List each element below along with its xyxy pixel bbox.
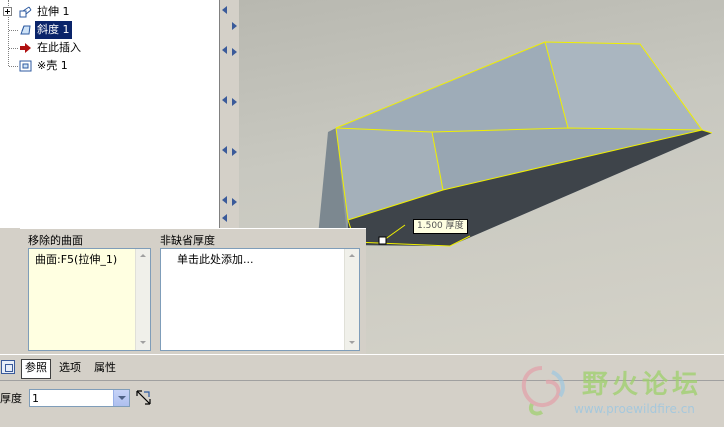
scroll-down-button[interactable] bbox=[345, 335, 359, 350]
expand-plus-icon[interactable] bbox=[3, 7, 12, 16]
tab-options[interactable]: 选项 bbox=[56, 359, 84, 377]
expand-right-icon[interactable] bbox=[232, 198, 237, 206]
scrollbar[interactable] bbox=[135, 249, 150, 350]
tree-item-label: ※壳 1 bbox=[37, 59, 68, 72]
collapse-left-icon[interactable] bbox=[222, 96, 227, 104]
collapse-left-icon[interactable] bbox=[222, 214, 227, 222]
scroll-up-button[interactable] bbox=[345, 249, 359, 264]
forum-logo-icon bbox=[521, 366, 565, 416]
expand-right-icon[interactable] bbox=[232, 98, 237, 106]
non-default-thickness-header: 非缺省厚度 bbox=[160, 234, 215, 247]
draft-icon bbox=[20, 25, 31, 35]
references-panel: 移除的曲面 曲面:F5(拉伸_1) 非缺省厚度 单击此处添加... bbox=[20, 228, 366, 355]
panel-toggle-icon[interactable] bbox=[1, 360, 15, 374]
scrollbar[interactable] bbox=[344, 249, 359, 350]
thickness-dimension-label: 1.500 厚度 bbox=[417, 221, 464, 231]
tree-item-label: 拉伸 1 bbox=[37, 5, 70, 18]
thickness-combo[interactable] bbox=[29, 389, 130, 407]
tree-item-draft[interactable]: 斜度 1 bbox=[0, 21, 219, 39]
tree-item-shell[interactable]: ※壳 1 bbox=[0, 57, 219, 75]
removed-surfaces-list[interactable]: 曲面:F5(拉伸_1) bbox=[28, 248, 151, 351]
list-item[interactable]: 曲面:F5(拉伸_1) bbox=[35, 251, 117, 267]
model-tree: 拉伸 1 斜度 1 在此插入 ※壳 1 bbox=[0, 0, 219, 228]
scroll-up-button[interactable] bbox=[136, 249, 150, 264]
removed-surfaces-header: 移除的曲面 bbox=[28, 234, 83, 247]
tree-item-insert-here[interactable]: 在此插入 bbox=[0, 39, 219, 57]
dropdown-arrow-icon[interactable] bbox=[113, 390, 129, 406]
flip-direction-icon[interactable] bbox=[135, 389, 153, 407]
expand-right-icon[interactable] bbox=[232, 48, 237, 56]
thickness-drag-handle[interactable] bbox=[378, 236, 387, 245]
tree-item-label: 斜度 1 bbox=[35, 21, 72, 39]
tree-item-extrude[interactable]: 拉伸 1 bbox=[0, 3, 219, 21]
tab-properties[interactable]: 属性 bbox=[91, 359, 119, 377]
tree-splitter[interactable] bbox=[219, 0, 229, 228]
expand-right-icon[interactable] bbox=[232, 148, 237, 156]
collapse-left-icon[interactable] bbox=[222, 46, 227, 54]
forum-watermark: 野火论坛 www.proewildfire.cn bbox=[512, 358, 724, 424]
browser-splitter[interactable] bbox=[229, 0, 239, 228]
thickness-dimension-tag[interactable]: 1.500 厚度 bbox=[413, 219, 468, 234]
collapse-left-icon[interactable] bbox=[222, 146, 227, 154]
shell-icon bbox=[19, 60, 32, 72]
list-item[interactable]: 单击此处添加... bbox=[177, 251, 254, 267]
extrude-icon bbox=[19, 6, 32, 18]
tab-references[interactable]: 参照 bbox=[21, 359, 51, 379]
collapse-left-icon[interactable] bbox=[222, 196, 227, 204]
collapse-left-icon[interactable] bbox=[222, 6, 227, 14]
tree-item-label: 在此插入 bbox=[37, 41, 81, 54]
watermark-url: www.proewildfire.cn bbox=[574, 402, 695, 416]
scroll-down-button[interactable] bbox=[136, 335, 150, 350]
insert-here-arrow-icon bbox=[20, 43, 31, 53]
expand-right-icon[interactable] bbox=[232, 22, 237, 30]
thickness-label: 厚度 bbox=[0, 392, 22, 405]
thickness-input[interactable] bbox=[32, 391, 110, 405]
non-default-thickness-list[interactable]: 单击此处添加... bbox=[160, 248, 360, 351]
watermark-title: 野火论坛 bbox=[582, 370, 703, 400]
